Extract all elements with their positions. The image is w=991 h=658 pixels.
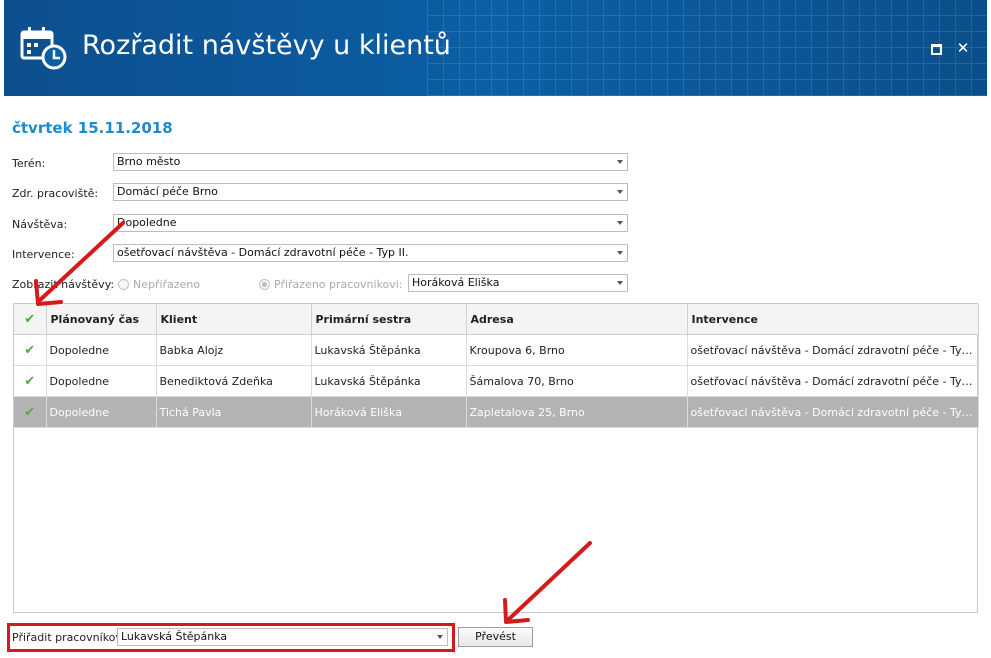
assign-worker-combobox[interactable]: Lukavská Štěpánka <box>117 628 448 646</box>
radio-assigned[interactable]: Přiřazeno pracovníkovi: <box>259 278 403 291</box>
cell-client: Tichá Pavla <box>156 396 312 428</box>
worker-filter-value: Horáková Eliška <box>412 276 500 289</box>
chevron-down-icon[interactable] <box>437 635 443 639</box>
column-header-address[interactable]: Adresa <box>466 304 688 335</box>
cell-address: Kroupova 6, Brno <box>466 334 688 366</box>
table-row-selected[interactable]: ✔ Dopoledne Tichá Pavla Horáková Eliška … <box>14 396 979 428</box>
radio-unassigned[interactable]: Nepřiřazeno <box>118 278 200 291</box>
teren-value: Brno město <box>117 155 181 168</box>
cell-intervention: ošetřovací návštěva - Domácí zdravotní p… <box>687 396 979 428</box>
cell-nurse: Horáková Eliška <box>311 396 467 428</box>
visits-grid[interactable]: ✔ Plánovaný čas Klient Primární sestra A… <box>13 303 979 613</box>
row-check-icon[interactable]: ✔ <box>14 365 47 397</box>
assign-worker-value: Lukavská Štěpánka <box>121 630 228 643</box>
cell-time: Dopoledne <box>46 334 157 366</box>
radio-circle[interactable] <box>118 279 129 290</box>
select-all-check-icon[interactable]: ✔ <box>14 304 47 335</box>
maximize-icon[interactable] <box>928 40 944 56</box>
cell-client: Benediktová Zdeňka <box>156 365 312 397</box>
cell-nurse: Lukavská Štěpánka <box>311 334 467 366</box>
column-header-time[interactable]: Plánovaný čas <box>46 304 157 335</box>
cell-time: Dopoledne <box>46 365 157 397</box>
title-bar-pattern <box>427 0 987 96</box>
cell-address: Zapletalova 25, Brno <box>466 396 688 428</box>
chevron-down-icon[interactable] <box>617 160 623 164</box>
column-header-nurse[interactable]: Primární sestra <box>311 304 467 335</box>
cell-address: Šámalova 70, Brno <box>466 365 688 397</box>
pracoviste-label: Zdr. pracoviště: <box>12 187 99 200</box>
cell-intervention: ošetřovací návštěva - Domácí zdravotní p… <box>687 334 979 366</box>
assign-label: Přiřadit pracovníkovi: <box>12 631 129 644</box>
navsteva-combobox[interactable]: Dopoledne <box>113 214 628 232</box>
window-title: Rozřadit návštěvy u klientů <box>82 30 451 61</box>
navsteva-value: Dopoledne <box>117 216 177 229</box>
intervence-value: ošetřovací návštěva - Domácí zdravotní p… <box>117 246 409 259</box>
column-header-client[interactable]: Klient <box>156 304 312 335</box>
radio-unassigned-label: Nepřiřazeno <box>133 278 201 291</box>
visits-table: ✔ Plánovaný čas Klient Primární sestra A… <box>14 304 979 428</box>
radio-assigned-label: Přiřazeno pracovníkovi: <box>274 278 403 291</box>
title-bar: Rozřadit návštěvy u klientů ✕ <box>4 0 987 96</box>
chevron-down-icon[interactable] <box>617 251 623 255</box>
close-icon[interactable]: ✕ <box>955 40 971 56</box>
chevron-down-icon[interactable] <box>617 221 623 225</box>
zobrazit-label: Zobrazit návštěvy: <box>12 278 115 291</box>
radio-circle-selected[interactable] <box>259 279 270 290</box>
transfer-button[interactable]: Převést <box>458 627 533 647</box>
date-heading: čtvrtek 15.11.2018 <box>12 119 173 137</box>
table-row[interactable]: ✔ Dopoledne Babka Alojz Lukavská Štěpánk… <box>14 334 979 366</box>
cell-nurse: Lukavská Štěpánka <box>311 365 467 397</box>
intervence-label: Intervence: <box>12 248 75 261</box>
teren-combobox[interactable]: Brno město <box>113 153 628 171</box>
column-header-intervention[interactable]: Intervence <box>687 304 979 335</box>
pracoviste-value: Domácí péče Brno <box>117 185 218 198</box>
grid-header-row: ✔ Plánovaný čas Klient Primární sestra A… <box>14 304 979 335</box>
pracoviste-combobox[interactable]: Domácí péče Brno <box>113 183 628 201</box>
table-row[interactable]: ✔ Dopoledne Benediktová Zdeňka Lukavská … <box>14 365 979 397</box>
cell-client: Babka Alojz <box>156 334 312 366</box>
worker-filter-combobox[interactable]: Horáková Eliška <box>408 274 628 292</box>
cell-intervention: ošetřovací návštěva - Domácí zdravotní p… <box>687 365 979 397</box>
calendar-clock-icon <box>20 27 67 70</box>
row-check-icon[interactable]: ✔ <box>14 396 47 428</box>
annotation-arrow-icon <box>34 221 125 306</box>
intervence-combobox[interactable]: ošetřovací návštěva - Domácí zdravotní p… <box>113 244 628 262</box>
chevron-down-icon[interactable] <box>617 190 623 194</box>
teren-label: Terén: <box>12 157 46 170</box>
row-check-icon[interactable]: ✔ <box>14 334 47 366</box>
navsteva-label: Návštěva: <box>12 218 68 231</box>
cell-time: Dopoledne <box>46 396 157 428</box>
chevron-down-icon[interactable] <box>617 281 623 285</box>
